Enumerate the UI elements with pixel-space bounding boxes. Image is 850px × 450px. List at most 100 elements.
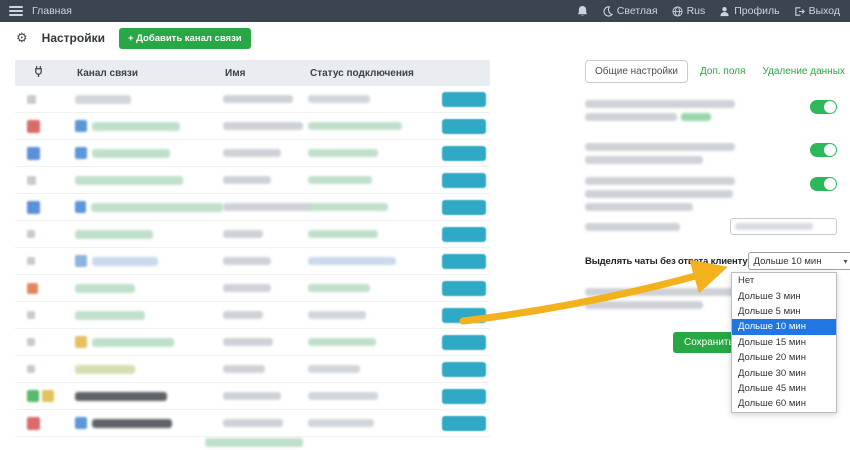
theme-switcher[interactable]: Светлая: [602, 5, 658, 17]
col-header-channel: Канал связи: [75, 68, 223, 79]
add-channel-button[interactable]: + Добавить канал связи: [119, 28, 251, 49]
theme-label: Светлая: [617, 5, 658, 17]
redacted-status: [308, 311, 366, 319]
dropdown-option[interactable]: Дольше 30 мин: [732, 365, 836, 380]
channel-type-icon: [27, 230, 35, 238]
redacted-status: [308, 95, 370, 103]
dropdown-option[interactable]: Дольше 5 мин: [732, 304, 836, 319]
redacted-status: [308, 365, 360, 373]
row-action-button[interactable]: [442, 200, 486, 215]
table-row: [15, 86, 490, 113]
channel-type-icon: [27, 417, 40, 430]
dropdown-option[interactable]: Дольше 15 мин: [732, 335, 836, 350]
app-window: Главная Светлая Rus: [0, 0, 850, 450]
row-action-button[interactable]: [442, 173, 486, 188]
toggle-switch[interactable]: [810, 143, 837, 157]
dropdown-option[interactable]: Нет: [732, 273, 836, 288]
redacted-name: [223, 122, 303, 130]
settings-tabs: Общие настройки Доп. поля Удаление данных: [585, 60, 850, 83]
row-action-button[interactable]: [442, 389, 486, 404]
brand-home-link[interactable]: Главная: [32, 5, 72, 17]
toggle-switch[interactable]: [810, 100, 837, 114]
channel-service-icon: [75, 255, 87, 267]
redacted-name: [223, 176, 271, 184]
table-row: [15, 356, 490, 383]
redacted-channel-name: [91, 203, 223, 212]
redacted-channel-name: [75, 365, 135, 374]
channel-type-icon: [27, 201, 40, 214]
row-action-button[interactable]: [442, 146, 486, 161]
channel-type-icon: [27, 338, 35, 346]
table-row: [15, 329, 490, 356]
redacted-name: [223, 419, 283, 427]
row-action-button[interactable]: [442, 416, 486, 431]
logout-button[interactable]: Выход: [794, 5, 840, 17]
connection-plug-icon: [15, 65, 75, 81]
redacted-channel-name: [92, 338, 174, 347]
channel-type-icon: [27, 176, 36, 185]
setting-row: [585, 143, 837, 164]
redacted-status: [308, 203, 388, 211]
table-row: [15, 410, 490, 437]
dropdown-option[interactable]: Дольше 3 мин: [732, 288, 836, 303]
redacted-name: [223, 230, 263, 238]
table-row: [15, 221, 490, 248]
bell-icon: [577, 5, 588, 17]
tab-2[interactable]: Удаление данных: [757, 61, 849, 82]
highlight-chats-label: Выделять чаты без ответа клиенту: [585, 256, 748, 267]
gear-icon: ⚙: [16, 30, 28, 46]
redacted-status: [308, 176, 372, 184]
dropdown-option[interactable]: Дольше 20 мин: [732, 350, 836, 365]
setting-row: [585, 177, 837, 211]
redacted-status: [308, 284, 370, 292]
row-action-button[interactable]: [442, 92, 486, 107]
row-action-button[interactable]: [442, 308, 486, 323]
dropdown-option[interactable]: Дольше 10 мин: [732, 319, 836, 334]
dropdown-option[interactable]: Дольше 60 мин: [732, 396, 836, 411]
channel-service-icon: [75, 201, 86, 213]
language-label: Rus: [687, 5, 706, 17]
table-row: [15, 167, 490, 194]
row-action-button[interactable]: [442, 335, 486, 350]
redacted-name: [223, 311, 263, 319]
channel-type-icon: [27, 365, 35, 373]
duration-dropdown: НетДольше 3 минДольше 5 минДольше 10 мин…: [731, 272, 837, 413]
redacted-channel-name: [92, 122, 180, 131]
language-switcher[interactable]: Rus: [672, 5, 706, 17]
row-action-button[interactable]: [442, 254, 486, 269]
moon-icon: [602, 6, 613, 17]
channel-service-icon: [75, 336, 87, 348]
logout-icon: [794, 6, 805, 17]
channel-type-icon: [27, 120, 40, 133]
channel-service-icon: [75, 417, 87, 429]
table-row: [15, 383, 490, 410]
row-action-button[interactable]: [442, 362, 486, 377]
row-action-button[interactable]: [442, 119, 486, 134]
duration-select[interactable]: Дольше 10 мин ▾: [748, 252, 850, 270]
redacted-status: [308, 338, 376, 346]
hamburger-menu-icon[interactable]: [9, 6, 23, 16]
tab-1[interactable]: Доп. поля: [695, 61, 750, 82]
chevron-down-icon: ▾: [844, 257, 848, 266]
col-header-status: Статус подключения: [308, 68, 425, 79]
row-action-button[interactable]: [442, 227, 486, 242]
redacted-status: [308, 230, 378, 238]
dropdown-option[interactable]: Дольше 45 мин: [732, 381, 836, 396]
highlight-chats-setting: Выделять чаты без ответа клиенту Дольше …: [585, 252, 837, 270]
setting-input[interactable]: [730, 218, 837, 235]
redacted-name: [223, 338, 273, 346]
col-header-name: Имя: [223, 68, 308, 79]
redacted-name: [223, 203, 311, 211]
profile-menu[interactable]: Профиль: [719, 5, 779, 17]
settings-panel: Общие настройкиДоп. поляУдаление данных: [585, 60, 837, 430]
user-icon: [719, 6, 730, 17]
tab-0[interactable]: Общие настройки: [585, 60, 688, 83]
toggle-switch[interactable]: [810, 177, 837, 191]
channel-service-icon: [75, 147, 87, 159]
channels-table: Канал связи Имя Статус подключения: [15, 60, 490, 437]
row-action-button[interactable]: [442, 281, 486, 296]
redacted-name: [223, 365, 265, 373]
channel-type-icon: [27, 283, 38, 294]
notifications-bell-button[interactable]: [577, 5, 588, 17]
table-body: [15, 86, 490, 437]
